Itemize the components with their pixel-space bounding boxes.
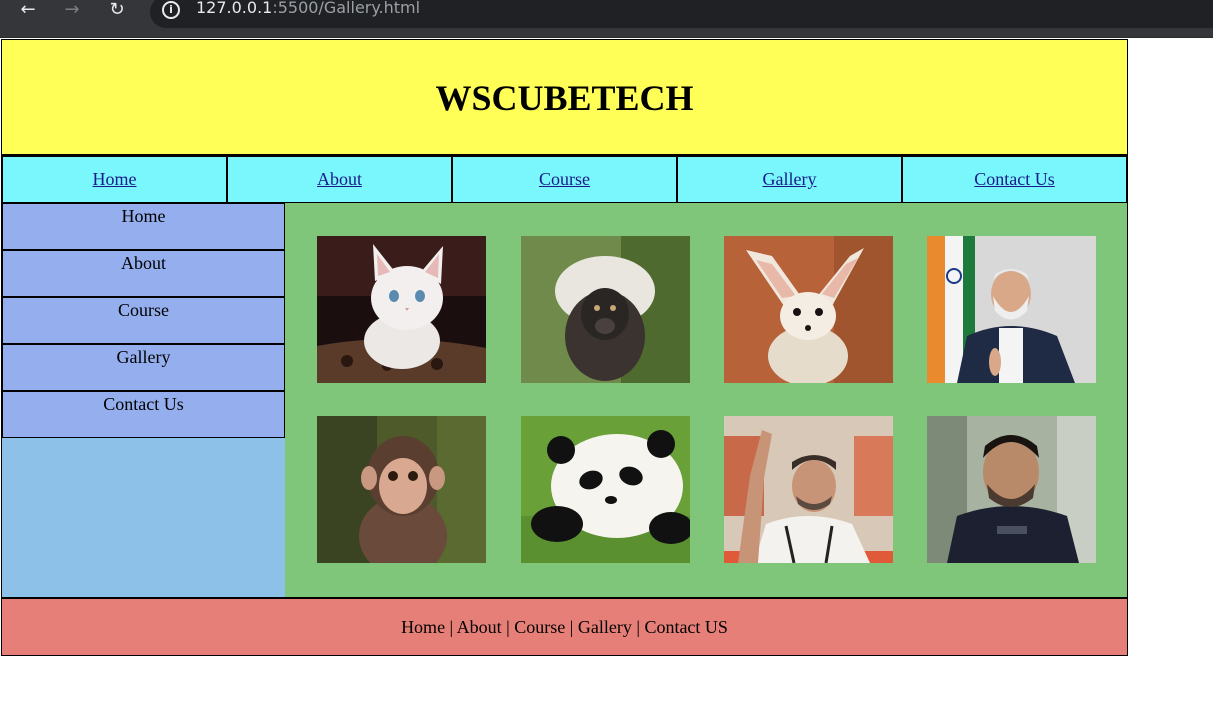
url-host: 127.0.0.1 — [196, 0, 273, 17]
info-icon[interactable]: i — [162, 1, 180, 19]
site-header: WSCUBETECH — [2, 40, 1127, 156]
man-with-flag-photo — [927, 236, 1096, 383]
gallery-grid — [285, 203, 1127, 597]
fennec-fox-photo — [724, 236, 893, 383]
browser-toolbar: ← → ↻ i 127.0.0.1:5500/Gallery.html — [0, 0, 1213, 38]
panda-photo — [521, 416, 690, 563]
reload-icon[interactable]: ↻ — [103, 0, 131, 20]
topnav-course-link[interactable]: Course — [452, 156, 677, 203]
back-icon[interactable]: ← — [14, 0, 42, 20]
sidebar-item-about[interactable]: About — [2, 250, 285, 297]
topnav-contact-link[interactable]: Contact Us — [902, 156, 1127, 203]
page: WSCUBETECH Home About Course Gallery Con… — [1, 39, 1128, 656]
fluffy-monkey-photo — [521, 236, 690, 383]
sidebar: Home About Course Gallery Contact Us — [2, 203, 285, 597]
man-portrait-photo — [927, 416, 1096, 563]
sidebar-item-contact[interactable]: Contact Us — [2, 391, 285, 438]
url-path: :5500/Gallery.html — [272, 0, 421, 17]
site-title: WSCUBETECH — [435, 78, 694, 118]
footer-links[interactable]: Home | About | Course | Gallery | Contac… — [401, 617, 728, 638]
kitten-photo — [317, 236, 486, 383]
sidebar-item-home[interactable]: Home — [2, 203, 285, 250]
site-footer: Home | About | Course | Gallery | Contac… — [2, 597, 1127, 655]
sidebar-item-gallery[interactable]: Gallery — [2, 344, 285, 391]
forward-icon[interactable]: → — [58, 0, 86, 20]
url-text[interactable]: 127.0.0.1:5500/Gallery.html — [196, 0, 420, 17]
man-speaking-photo — [724, 416, 893, 563]
topnav-about-link[interactable]: About — [227, 156, 452, 203]
topnav-home-link[interactable]: Home — [2, 156, 227, 203]
topnav-gallery-link[interactable]: Gallery — [677, 156, 902, 203]
sidebar-item-course[interactable]: Course — [2, 297, 285, 344]
top-navigation: Home About Course Gallery Contact Us — [2, 156, 1127, 203]
baby-monkey-photo — [317, 416, 486, 563]
